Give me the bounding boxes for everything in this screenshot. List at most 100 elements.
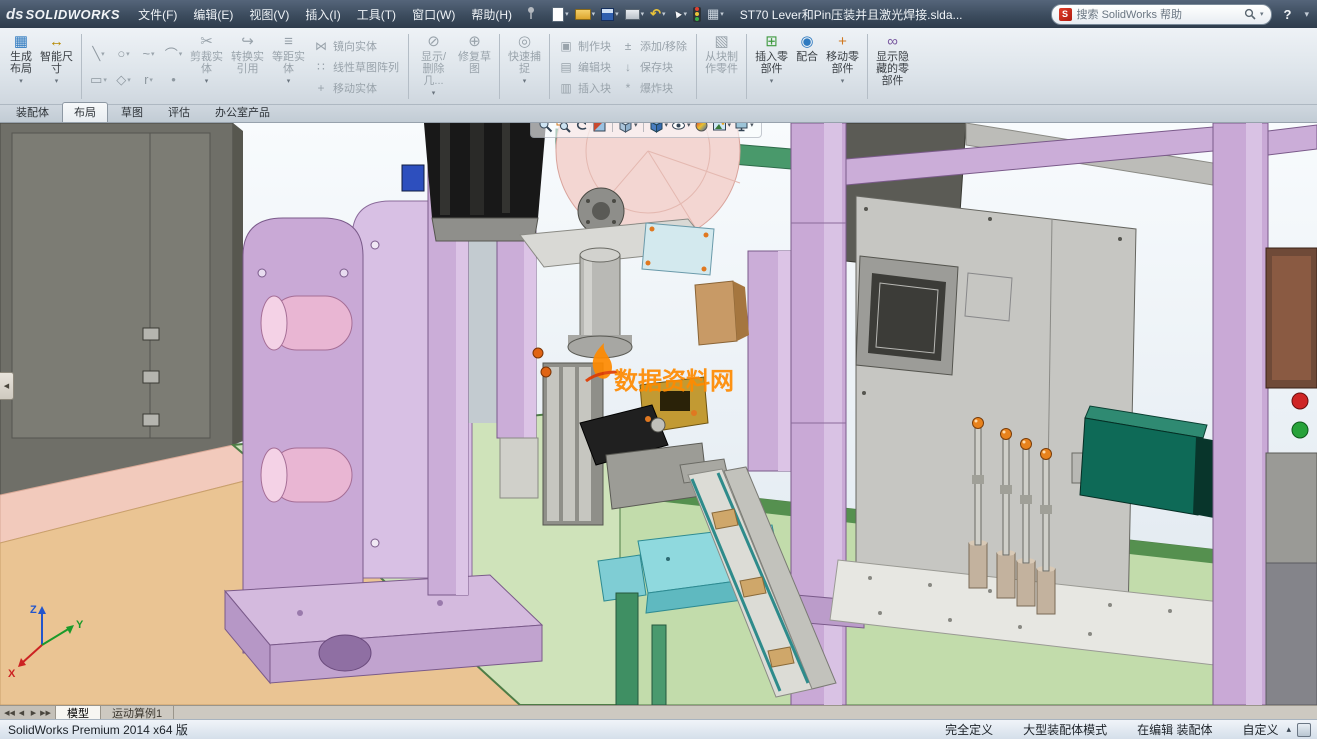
- ribbon-divider: [549, 34, 550, 99]
- show-hidden-components-button[interactable]: ∞ 显示隐藏的零部件: [872, 31, 913, 102]
- sketch-arc-button[interactable]: ⌒ ▾: [161, 41, 186, 67]
- mate-button[interactable]: ◉ 配合: [792, 31, 822, 102]
- mirror-entities-button[interactable]: ⋈ 镜向实体: [309, 35, 404, 56]
- open-document-button[interactable]: ▾: [573, 4, 598, 24]
- add-remove-button[interactable]: ± 添加/移除: [616, 35, 692, 56]
- menu-view[interactable]: 视图(V): [241, 0, 297, 28]
- statusbar-quickview-icon[interactable]: [1297, 722, 1311, 737]
- search-dropdown-icon[interactable]: ▾: [1260, 10, 1264, 18]
- sketch-ellipse-button[interactable]: ◇ ▾: [111, 67, 136, 93]
- create-layout-button[interactable]: ▦ 生成布局 ▾: [6, 31, 36, 102]
- menu-help[interactable]: 帮助(H): [463, 0, 520, 28]
- hide-show-items-icon[interactable]: ▾: [671, 123, 691, 133]
- sketch-spline-button[interactable]: ~ ▾: [136, 41, 161, 67]
- insert-block-label: 插入块: [578, 82, 611, 95]
- offset-entities-icon: ≡: [284, 33, 293, 50]
- move-entities-button[interactable]: + 移动实体: [309, 77, 404, 98]
- search-magnifier-icon[interactable]: [1244, 8, 1256, 20]
- menu-window[interactable]: 窗口(W): [404, 0, 463, 28]
- insert-components-icon: ⊞: [765, 33, 778, 50]
- make-part-from-block-button[interactable]: ▧ 从块制作零件: [701, 31, 742, 102]
- explode-block-button[interactable]: * 爆炸块: [616, 77, 692, 98]
- options-button[interactable]: ▦ ▾: [705, 4, 726, 24]
- new-document-button[interactable]: ▾: [550, 4, 571, 24]
- command-manager-tabs: 装配体 布局 草图 评估 办公室产品: [0, 102, 1317, 123]
- insert-components-button[interactable]: ⊞ 插入零部件 ▾: [751, 31, 792, 102]
- rebuild-button[interactable]: [691, 4, 703, 24]
- sketch-point-button[interactable]: •: [161, 67, 186, 93]
- save-block-button[interactable]: ↓ 保存块: [616, 56, 692, 77]
- sketch-circle-button[interactable]: ○ ▾: [111, 41, 136, 67]
- sketch-rectangle-button[interactable]: ▭ ▾: [86, 67, 111, 93]
- edit-appearance-icon[interactable]: [694, 123, 709, 133]
- trim-entities-button[interactable]: ✂ 剪裁实体 ▾: [186, 31, 227, 102]
- save-button[interactable]: ▾: [599, 4, 621, 24]
- select-arrow-button[interactable]: ▲ ▾: [669, 4, 689, 24]
- tab-motion-study-1[interactable]: 运动算例1: [101, 706, 175, 720]
- tab-layout[interactable]: 布局: [62, 102, 108, 122]
- sketch-line-button[interactable]: ╲ ▾: [86, 41, 111, 67]
- view-orientation-icon[interactable]: ▾: [618, 123, 638, 133]
- linear-sketch-pattern-button[interactable]: ∷ 线性草图阵列: [309, 56, 404, 77]
- convert-entities-label: 转换实引用: [231, 51, 264, 75]
- graphics-area[interactable]: 数据资料网 Z Y X ▾ ▾ ▾ ▾ ▾ ◀: [0, 123, 1317, 705]
- move-component-button[interactable]: + 移动零部件 ▾: [822, 31, 863, 102]
- titlebar-chevron-icon[interactable]: ▾: [1304, 9, 1309, 20]
- help-button[interactable]: ?: [1280, 7, 1296, 22]
- menu-insert[interactable]: 插入(I): [297, 0, 348, 28]
- statusbar-expand-icon[interactable]: ▴: [1286, 724, 1291, 735]
- quick-snaps-button[interactable]: ◎ 快速捕捉 ▾: [504, 31, 545, 102]
- undo-button[interactable]: ↶ ▾: [648, 4, 667, 24]
- convert-entities-button[interactable]: ↪ 转换实引用: [227, 31, 268, 102]
- insert-block-button[interactable]: ▥ 插入块: [554, 77, 616, 98]
- status-bar: SolidWorks Premium 2014 x64 版 完全定义 大型装配体…: [0, 719, 1317, 739]
- viewport-3d-scene[interactable]: 数据资料网 Z Y X: [0, 123, 1317, 705]
- edit-block-label: 编辑块: [578, 61, 611, 74]
- zoom-area-icon[interactable]: [556, 123, 571, 133]
- solidworks-logo: ds SOLIDWORKS: [6, 6, 120, 23]
- view-settings-icon[interactable]: ▾: [734, 123, 754, 133]
- mirror-entities-icon: ⋈: [315, 38, 327, 53]
- menu-edit[interactable]: 编辑(E): [185, 0, 241, 28]
- dropdown-arrow-icon: ▾: [204, 78, 209, 85]
- tab-evaluate[interactable]: 评估: [156, 102, 202, 122]
- make-block-button[interactable]: ▣ 制作块: [554, 35, 616, 56]
- display-delete-relations-button[interactable]: ⊘ 显示/删除几... ▾: [413, 31, 454, 102]
- statusbar-customize[interactable]: 自定义: [1242, 721, 1278, 738]
- section-view-icon[interactable]: [592, 123, 607, 133]
- display-delete-relations-label: 显示/删除几...: [420, 51, 447, 87]
- tab-scroll-prev-icon[interactable]: ◀: [16, 709, 27, 717]
- quick-snaps-icon: ◎: [517, 33, 532, 50]
- previous-view-icon[interactable]: [574, 123, 589, 133]
- titlebar-right: S 搜索 SolidWorks 帮助 ▾ ? ▾: [1050, 3, 1309, 25]
- show-hidden-components-icon: ∞: [887, 33, 898, 50]
- tab-scroll-first-icon[interactable]: ◀◀: [4, 709, 15, 717]
- tab-model[interactable]: 模型: [56, 706, 101, 720]
- zoom-fit-icon[interactable]: [538, 123, 553, 133]
- insert-components-label: 插入零部件: [755, 51, 789, 75]
- menu-pin-icon[interactable]: [526, 6, 536, 23]
- blocks-column-2: ± 添加/移除 ↓ 保存块 * 爆炸块: [616, 31, 692, 102]
- dropdown-arrow-icon: ▾: [840, 78, 845, 85]
- display-style-icon[interactable]: ▾: [649, 123, 668, 133]
- tab-assembly[interactable]: 装配体: [4, 102, 61, 122]
- tab-sketch[interactable]: 草图: [109, 102, 155, 122]
- apply-scene-icon[interactable]: ▾: [712, 123, 731, 133]
- menu-tools[interactable]: 工具(T): [349, 0, 404, 28]
- tab-scroll-next-icon[interactable]: ▶: [28, 709, 39, 717]
- smart-dimension-button[interactable]: ↔ 智能尺寸 ▾: [36, 31, 77, 102]
- tab-scroll-last-icon[interactable]: ▶▶: [40, 709, 51, 717]
- print-button[interactable]: ▾: [623, 4, 647, 24]
- statusbar-editing-assembly: 在编辑 装配体: [1137, 723, 1213, 737]
- repair-sketch-button[interactable]: ⊕ 修复草图: [454, 31, 495, 102]
- edit-block-button[interactable]: ▤ 编辑块: [554, 56, 616, 77]
- dropdown-arrow-icon: ▾: [19, 78, 23, 85]
- sketch-fillet-button[interactable]: r ▾: [136, 67, 161, 93]
- menu-file[interactable]: 文件(F): [130, 0, 185, 28]
- mate-label: 配合: [796, 51, 819, 63]
- help-search-box[interactable]: S 搜索 SolidWorks 帮助 ▾: [1050, 3, 1272, 25]
- offset-entities-button[interactable]: ≡ 等距实体 ▾: [268, 31, 309, 102]
- panel-collapse-button[interactable]: ◀: [0, 372, 14, 400]
- mirror-entities-label: 镜向实体: [333, 40, 377, 53]
- tab-office-products[interactable]: 办公室产品: [203, 102, 282, 122]
